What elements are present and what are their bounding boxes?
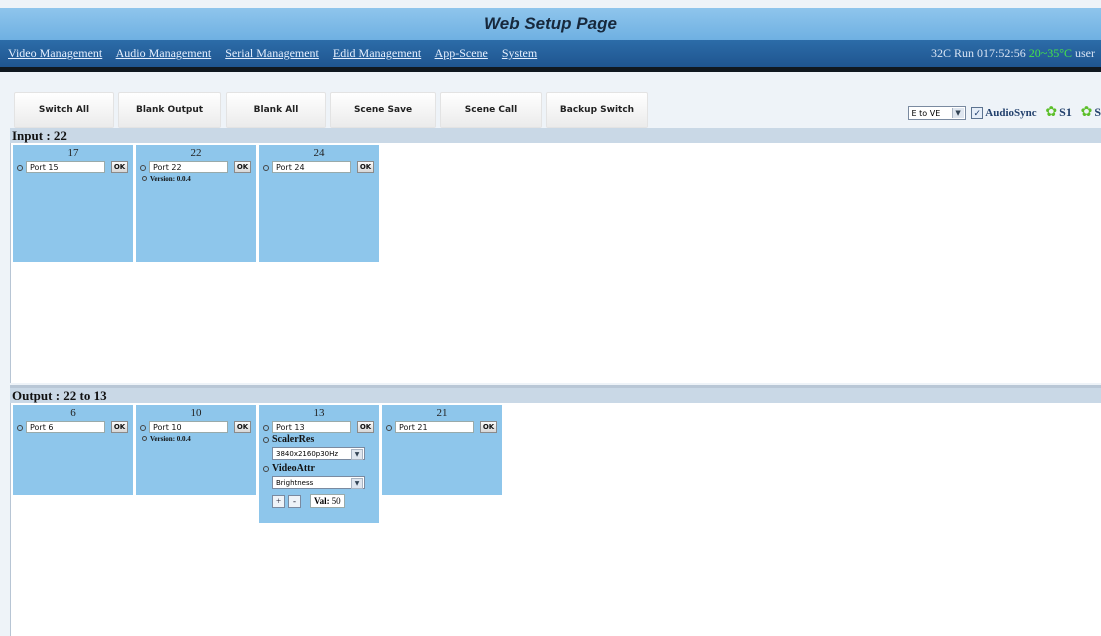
input-card[interactable]: 24 Port 24 OK <box>259 145 379 262</box>
ok-button[interactable]: OK <box>234 421 251 433</box>
page-title: Web Setup Page <box>484 14 617 33</box>
input-number: 22 <box>190 147 202 159</box>
nav-app-scene[interactable]: App-Scene <box>435 46 488 60</box>
scene-call-button[interactable]: Scene Call <box>440 92 542 128</box>
value-label: Val: <box>314 496 330 507</box>
output-section: 6 Port 6 OK 10 Port 10 OK Version: 0.0.4… <box>10 403 1101 636</box>
input-section-header: Input : 22 <box>10 128 1101 143</box>
port-name-input[interactable]: Port 22 <box>149 161 228 173</box>
video-attr-label: VideoAttr <box>272 463 315 474</box>
output-card[interactable]: 21 Port 21 OK <box>382 405 502 495</box>
output-card[interactable]: 13 Port 13 OK ScalerRes 3840x2160p30Hz ▼… <box>259 405 379 523</box>
port-name-input[interactable]: Port 6 <box>26 421 105 433</box>
s1-label[interactable]: S1 <box>1059 105 1072 119</box>
bullet-icon <box>263 437 269 443</box>
mode-select[interactable]: E to VE ▼ <box>907 105 966 120</box>
switch-all-button[interactable]: Switch All <box>14 92 114 128</box>
scaler-res-label: ScalerRes <box>272 434 315 445</box>
output-number: 21 <box>436 407 448 419</box>
radio-icon[interactable] <box>17 165 23 171</box>
port-name-input[interactable]: Port 24 <box>272 161 351 173</box>
radio-icon[interactable] <box>263 425 269 431</box>
mode-select-value: E to VE <box>911 108 941 118</box>
gear-icon[interactable]: ✿ <box>1045 104 1057 121</box>
input-number: 24 <box>313 147 325 159</box>
video-attr-select[interactable]: Brightness ▼ <box>272 476 365 489</box>
ok-button[interactable]: OK <box>111 161 128 173</box>
nav-audio-management[interactable]: Audio Management <box>116 46 212 60</box>
status-temp-range: 20~35°C <box>1028 46 1072 60</box>
value-number: 50 <box>331 496 341 507</box>
port-name-input[interactable]: Port 21 <box>395 421 474 433</box>
scene-save-button[interactable]: Scene Save <box>330 92 436 128</box>
status-user: user <box>1075 46 1095 60</box>
version-text: Version: 0.0.4 <box>150 175 191 183</box>
chevron-down-icon: ▼ <box>351 478 363 489</box>
port-name-input[interactable]: Port 13 <box>272 421 351 433</box>
input-card[interactable]: 17 Port 15 OK <box>13 145 133 262</box>
chevron-down-icon: ▼ <box>351 449 363 460</box>
ok-button[interactable]: OK <box>111 421 128 433</box>
nav-serial-management[interactable]: Serial Management <box>225 46 319 60</box>
chevron-down-icon: ▼ <box>951 107 964 118</box>
title-bar: Web Setup Page <box>0 8 1101 40</box>
toolbar-right-controls: E to VE ▼ ✓ AudioSync ✿ S1 ✿ S <box>907 104 1101 122</box>
output-number: 6 <box>70 407 76 419</box>
output-section-header: Output : 22 to 13 <box>10 385 1101 403</box>
nav-system[interactable]: System <box>502 46 537 60</box>
output-card[interactable]: 10 Port 10 OK Version: 0.0.4 <box>136 405 256 495</box>
blank-output-button[interactable]: Blank Output <box>118 92 221 128</box>
ok-button[interactable]: OK <box>234 161 251 173</box>
ok-button[interactable]: OK <box>357 421 374 433</box>
audio-sync-label: AudioSync <box>985 106 1037 119</box>
port-name-input[interactable]: Port 10 <box>149 421 228 433</box>
version-text: Version: 0.0.4 <box>150 435 191 443</box>
input-section: 17 Port 15 OK 22 Port 22 OK Version: 0.0… <box>10 143 1101 383</box>
main-nav: Video Management Audio Management Serial… <box>0 40 1101 67</box>
status-readout: 32C Run 017:52:56 20~35°C user <box>931 46 1095 61</box>
gear-icon[interactable]: ✿ <box>1081 104 1093 121</box>
nav-divider <box>0 67 1101 72</box>
audio-sync-checkbox[interactable]: ✓ <box>971 106 984 119</box>
bullet-icon <box>142 436 147 441</box>
bullet-icon <box>142 176 147 181</box>
ok-button[interactable]: OK <box>357 161 374 173</box>
decrement-button[interactable]: - <box>288 494 301 508</box>
input-number: 17 <box>67 147 79 159</box>
scaler-res-value: 3840x2160p30Hz <box>276 450 339 458</box>
backup-switch-button[interactable]: Backup Switch <box>546 92 648 128</box>
port-name-input[interactable]: Port 15 <box>26 161 105 173</box>
scaler-res-select[interactable]: 3840x2160p30Hz ▼ <box>272 447 365 460</box>
output-card[interactable]: 6 Port 6 OK <box>13 405 133 495</box>
nav-edid-management[interactable]: Edid Management <box>333 46 421 60</box>
s2-label[interactable]: S <box>1094 105 1101 119</box>
radio-icon[interactable] <box>140 165 146 171</box>
output-number: 10 <box>190 407 202 419</box>
ok-button[interactable]: OK <box>480 421 497 433</box>
radio-icon[interactable] <box>263 165 269 171</box>
status-run-time: 32C Run 017:52:56 <box>931 46 1026 60</box>
video-attr-value: Brightness <box>276 479 314 487</box>
increment-button[interactable]: + <box>272 494 285 508</box>
input-card[interactable]: 22 Port 22 OK Version: 0.0.4 <box>136 145 256 262</box>
bullet-icon <box>263 466 269 472</box>
radio-icon[interactable] <box>140 425 146 431</box>
nav-video-management[interactable]: Video Management <box>8 46 102 60</box>
blank-all-button[interactable]: Blank All <box>226 92 326 128</box>
value-field[interactable]: Val: 50 <box>310 494 345 509</box>
output-number: 13 <box>313 407 325 419</box>
radio-icon[interactable] <box>17 425 23 431</box>
radio-icon[interactable] <box>386 425 392 431</box>
